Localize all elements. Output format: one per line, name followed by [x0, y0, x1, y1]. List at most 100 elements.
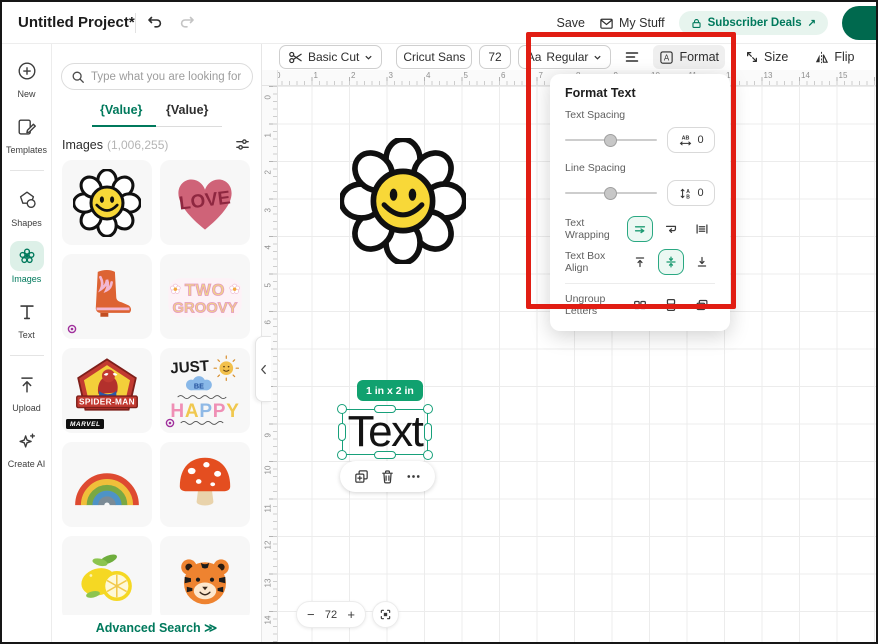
format-label: Format — [679, 50, 719, 64]
operation-dropdown[interactable]: Basic Cut — [279, 45, 382, 69]
canvas-text[interactable]: Text — [348, 410, 423, 454]
image-tile-tiger[interactable] — [160, 536, 250, 621]
align-top-icon — [632, 254, 648, 270]
svg-text:AB: AB — [682, 135, 690, 141]
handle-top-right[interactable] — [423, 404, 433, 414]
upload-arrow-icon — [16, 374, 38, 396]
handle-bottom-right[interactable] — [423, 450, 433, 460]
arrange-button[interactable]: Arrange — [875, 45, 878, 69]
ungroup-lines-button[interactable] — [658, 292, 684, 318]
sidebar-item-upload[interactable]: Upload — [4, 370, 50, 413]
aa-glyph: Aa — [527, 50, 542, 64]
sidebar-item-label: Upload — [12, 403, 41, 413]
sidebar-item-templates[interactable]: Templates — [4, 112, 50, 155]
ungroup-all-button[interactable] — [689, 292, 715, 318]
filter-icon[interactable] — [234, 136, 252, 154]
selected-text-element[interactable]: Text — [342, 409, 428, 455]
wrap-overflow-button[interactable] — [627, 216, 653, 242]
text-spacing-slider[interactable] — [565, 139, 657, 141]
image-tile-love-heart[interactable]: LOVE — [160, 160, 250, 245]
duplicate-button[interactable] — [352, 468, 370, 486]
font-selector[interactable]: Cricut Sans — [396, 45, 472, 69]
cricut-design-space-window: Untitled Project* Save My Stuff Subscrib… — [0, 0, 878, 644]
panel-tabs: {Value} {Value} — [92, 101, 222, 129]
sidebar-item-text[interactable]: Text — [4, 297, 50, 340]
tab-value-1[interactable]: {Value} — [100, 103, 142, 117]
sidebar-item-create-ai[interactable]: Create AI — [4, 426, 50, 469]
ungroup-letters-label: Ungroup Letters — [565, 293, 622, 317]
subscriber-deals-button[interactable]: Subscriber Deals ↗ — [679, 11, 828, 35]
zoom-in-button[interactable]: + — [347, 608, 355, 621]
delete-button[interactable] — [378, 468, 396, 486]
tab-value-2[interactable]: {Value} — [166, 103, 208, 117]
my-stuff-button[interactable]: My Stuff — [599, 16, 665, 31]
sidebar-item-shapes[interactable]: Shapes — [4, 185, 50, 228]
image-tile-mushroom[interactable] — [160, 442, 250, 527]
image-tile-just-be-happy[interactable]: JUST BE HAPPY — [160, 348, 250, 433]
spiderman-banner-text: SPIDER-MAN — [79, 397, 135, 406]
wrap-justify-button[interactable] — [689, 216, 715, 242]
align-bottom-button[interactable] — [689, 249, 715, 275]
align-lines-icon — [624, 49, 640, 65]
format-button[interactable]: A Format — [653, 45, 725, 69]
handle-bottom-left[interactable] — [337, 450, 347, 460]
fit-to-screen-button[interactable] — [372, 601, 399, 628]
zoom-out-button[interactable]: − — [307, 608, 315, 621]
size-button[interactable]: Size — [739, 45, 794, 69]
text-spacing-slider-thumb[interactable] — [604, 134, 617, 147]
wrap-overflow-icon — [632, 221, 648, 237]
image-tile-spider-man[interactable]: SPIDER-MAN MARVEL — [62, 348, 152, 433]
element-toolbar — [340, 461, 435, 492]
text-spacing-value-box[interactable]: AB 0 — [667, 127, 715, 153]
image-tile-lemon[interactable] — [62, 536, 152, 621]
sidebar-item-images[interactable]: Images — [4, 241, 50, 284]
image-tile-two-groovy[interactable]: TWO GROOVY — [160, 254, 250, 339]
text-wrapping-label: Text Wrapping — [565, 217, 622, 241]
search-box[interactable] — [61, 63, 253, 90]
scissors-icon — [288, 50, 303, 65]
handle-bottom-mid[interactable] — [374, 451, 396, 459]
line-spacing-slider-thumb[interactable] — [604, 187, 617, 200]
redo-icon[interactable] — [178, 13, 198, 33]
wrap-return-button[interactable] — [658, 216, 684, 242]
advanced-search-label: Advanced Search — [96, 621, 201, 635]
image-tile-rainbow[interactable] — [62, 442, 152, 527]
search-input[interactable] — [91, 71, 241, 83]
align-top-button[interactable] — [627, 249, 653, 275]
sidebar-divider — [10, 355, 44, 356]
handle-top-mid[interactable] — [374, 405, 396, 413]
canvas-flower-image[interactable] — [340, 138, 466, 264]
make-it-button[interactable] — [842, 6, 878, 40]
panel-collapse-handle[interactable] — [255, 336, 271, 402]
align-middle-button[interactable] — [658, 249, 684, 275]
cloud-doodle-icon: BE — [186, 376, 212, 391]
results-label: Images — [62, 138, 103, 152]
ungroup-letters-icon — [632, 297, 648, 313]
chevron-down-icon — [364, 53, 373, 62]
image-tile-flower-smiley[interactable] — [62, 160, 152, 245]
font-size-input[interactable]: 72 — [479, 45, 510, 69]
svg-text:A: A — [664, 53, 670, 62]
handle-top-left[interactable] — [337, 404, 347, 414]
sidebar-item-label: Templates — [6, 145, 47, 155]
marvel-tag: MARVEL — [66, 419, 104, 429]
ungroup-letters-button[interactable] — [627, 292, 653, 318]
handle-left-mid[interactable] — [338, 423, 346, 441]
ellipsis-icon — [405, 468, 422, 485]
save-button[interactable]: Save — [557, 16, 586, 30]
line-spacing-label: Line Spacing — [565, 162, 715, 174]
project-title: Untitled Project* — [18, 14, 135, 31]
zoom-value: 72 — [325, 609, 337, 621]
handle-right-mid[interactable] — [424, 423, 432, 441]
font-style-dropdown[interactable]: Aa Regular — [518, 45, 612, 69]
image-tile-cowboy-boot[interactable] — [62, 254, 152, 339]
line-spacing-slider[interactable] — [565, 192, 657, 194]
alignment-button[interactable] — [618, 45, 646, 69]
more-options-button[interactable] — [405, 468, 423, 486]
flip-button[interactable]: Flip — [808, 45, 860, 69]
line-spacing-value-box[interactable]: AB 0 — [667, 180, 715, 206]
undo-icon[interactable] — [146, 13, 166, 33]
align-middle-icon — [663, 254, 679, 270]
sidebar-item-new[interactable]: New — [4, 56, 50, 99]
advanced-search-link[interactable]: Advanced Search ≫ — [52, 615, 261, 640]
